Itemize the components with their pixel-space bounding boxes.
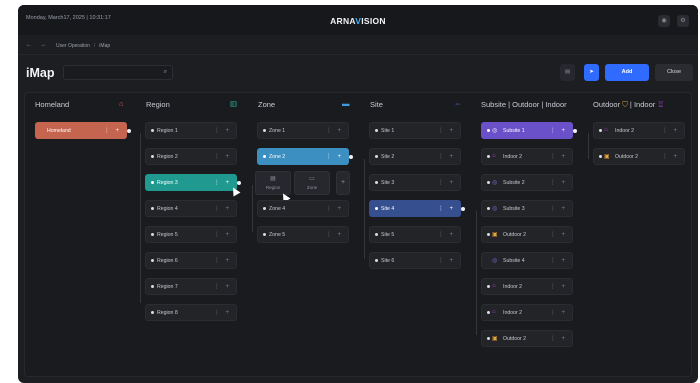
connector-dot — [573, 129, 577, 133]
breadcrumb: User Operation / iMap — [56, 43, 110, 49]
connector-line — [252, 185, 253, 232]
connector-line — [140, 133, 141, 303]
site-card-selected[interactable]: Site 4 ⋮ + — [369, 200, 461, 217]
indoor-icon: ⌂ — [492, 309, 496, 315]
home-icon: ⌂ — [119, 99, 124, 108]
region-card[interactable]: Region 1 ⋮ + — [145, 122, 237, 139]
outdoor-icon: ⛉ — [622, 100, 628, 109]
connector-dot — [461, 207, 465, 211]
region-card[interactable]: Region 8 ⋮ + — [145, 304, 237, 321]
zone-option-icon: ▭ — [309, 176, 315, 182]
connector-line — [476, 211, 477, 335]
site-card[interactable]: Site 6 ⋮ + — [369, 252, 461, 269]
indoor-card[interactable]: ⌂ Indoor 2 ⋮ + — [593, 122, 685, 139]
connector-line — [364, 159, 365, 259]
indoor-icon: ⌂ — [604, 127, 608, 133]
region-card[interactable]: Region 4 ⋮ + — [145, 200, 237, 217]
forward-arrow-icon[interactable]: → — [40, 42, 46, 48]
indoor-icon: ⌂ — [492, 153, 496, 159]
outdoor-icon: ▣ — [492, 232, 498, 238]
subsite-card[interactable]: ◎ Subsite 2 ⋮ + — [481, 174, 573, 191]
indoor-label: Indoor — [633, 100, 656, 109]
grid-view-button[interactable]: ▤ — [560, 64, 575, 81]
add-zone-option[interactable]: ▭ Zone — [294, 171, 330, 195]
subsite-card[interactable]: ◎ Subsite 3 ⋮ + — [481, 200, 573, 217]
zone-card-selected[interactable]: Zone 2 ⋮ + — [257, 148, 349, 165]
send-button[interactable]: ➤ — [584, 64, 599, 81]
indoor-card[interactable]: ⌂ Indoor 2 ⋮ + — [481, 148, 573, 165]
card-label: Homeland — [47, 128, 71, 134]
subsite-icon: ◎ — [492, 206, 498, 212]
column-header-subsite: Subsite | Outdoor | Indoor — [481, 100, 567, 109]
region-card[interactable]: Region 2 ⋮ + — [145, 148, 237, 165]
site-card[interactable]: Site 5 ⋮ + — [369, 226, 461, 243]
subsite-card-selected[interactable]: ◎ Subsite 1 ⋮ + — [481, 122, 573, 139]
popup-add-button[interactable]: + — [336, 171, 350, 195]
back-arrow-icon[interactable]: ← — [26, 42, 32, 48]
subsite-icon: ◎ — [492, 180, 498, 186]
add-button[interactable]: Add — [605, 64, 649, 81]
indoor-icon: ⌂ — [492, 283, 496, 289]
region-option-icon: ▤ — [270, 176, 276, 182]
settings-icon[interactable]: ⚙ — [677, 15, 689, 27]
region-card[interactable]: Region 7 ⋮ + — [145, 278, 237, 295]
region-card-selected[interactable]: Region 3 ⋮ + — [145, 174, 237, 191]
connector-line — [588, 133, 589, 159]
breadcrumb-separator: / — [93, 43, 96, 49]
brand-prefix: ARNA — [330, 16, 356, 26]
site-card[interactable]: Site 1 ⋮ + — [369, 122, 461, 139]
brand-logo: ARNAVISION — [18, 16, 698, 26]
top-bar: Monday, March17, 2025 | 10:31:17 ARNAVIS… — [18, 5, 698, 35]
outdoor-card[interactable]: ▣ Outdoor 2 ⋮ + — [481, 330, 573, 347]
zone-icon: ▬ — [342, 99, 350, 108]
zone-card[interactable]: Zone 5 ⋮ + — [257, 226, 349, 243]
breadcrumb-user-operation[interactable]: User Operation — [56, 43, 90, 49]
breadcrumb-imap: iMap — [99, 43, 111, 49]
column-header-outdoor-indoor: Outdoor ⛉ | Indoor ♖ — [593, 100, 664, 110]
page-title: iMap — [26, 66, 55, 80]
outdoor-icon: ▣ — [604, 154, 610, 160]
outdoor-card[interactable]: ▣ Outdoor 2 ⋮ + — [593, 148, 685, 165]
user-icon[interactable]: ◉ — [658, 15, 670, 27]
zone-card[interactable]: Zone 1 ⋮ + — [257, 122, 349, 139]
connector-dot — [237, 181, 241, 185]
connector-dot — [349, 155, 353, 159]
site-card[interactable]: Site 2 ⋮ + — [369, 148, 461, 165]
site-card[interactable]: Site 3 ⋮ + — [369, 174, 461, 191]
column-header-zone: Zone — [258, 100, 276, 109]
region-card[interactable]: Region 5 ⋮ + — [145, 226, 237, 243]
indoor-card[interactable]: ⌂ Indoor 2 ⋮ + — [481, 304, 573, 321]
column-header-homeland: Homeland — [35, 100, 70, 109]
breadcrumb-bar: ← → User Operation / iMap — [18, 35, 698, 55]
header-separator: | — [629, 100, 632, 109]
outdoor-label: Outdoor — [593, 100, 621, 109]
subsite-icon: ◎ — [492, 258, 498, 264]
column-header-region: Region — [146, 100, 170, 109]
indoor-icon: ♖ — [657, 100, 665, 109]
search-input[interactable]: ⌕ — [63, 65, 173, 80]
brand-suffix: ISION — [361, 16, 386, 26]
search-icon: ⌕ — [163, 69, 167, 75]
card-menu-add-icon[interactable]: ⋮ + — [104, 127, 121, 134]
region-card[interactable]: Region 6 ⋮ + — [145, 252, 237, 269]
subsite-card[interactable]: ◎ Subsite 4 ⋮ + — [481, 252, 573, 269]
close-button[interactable]: Close — [655, 64, 693, 81]
app-window: Monday, March17, 2025 | 10:31:17 ARNAVIS… — [18, 5, 698, 383]
site-icon: ⇔ — [454, 99, 462, 108]
indoor-card[interactable]: ⌂ Indoor 2 ⋮ + — [481, 278, 573, 295]
zone-card[interactable]: Zone 4 ⋮ + — [257, 200, 349, 217]
outdoor-icon: ▣ — [492, 336, 498, 342]
subsite-icon: ◎ — [492, 128, 498, 134]
region-icon: ▥ — [230, 99, 238, 108]
outdoor-card[interactable]: ▣ Outdoor 2 ⋮ + — [481, 226, 573, 243]
connector-dot — [127, 129, 131, 133]
column-header-site: Site — [370, 100, 383, 109]
homeland-card[interactable]: Homeland ⋮ + — [35, 122, 127, 139]
